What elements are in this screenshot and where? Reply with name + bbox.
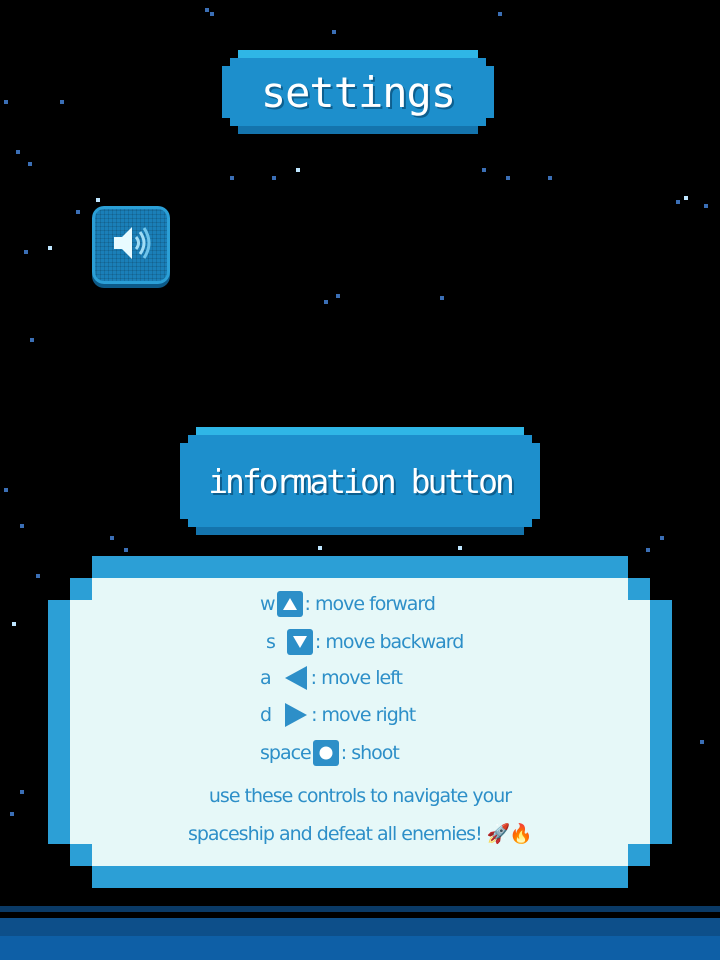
settings-label: settings — [260, 67, 456, 117]
arrow-down-icon — [286, 629, 313, 655]
sound-toggle-button[interactable] — [92, 206, 170, 284]
description-line-1: use these controls to navigate your — [208, 785, 512, 807]
control-key: w — [260, 593, 276, 615]
control-action: : move left — [310, 667, 403, 689]
information-button[interactable]: information button — [180, 427, 540, 535]
control-key: d — [260, 704, 272, 726]
control-row-left: a : move left — [260, 666, 403, 690]
control-action: : move right — [311, 704, 416, 726]
control-key: s — [266, 631, 276, 653]
arrow-up-icon — [276, 591, 303, 617]
control-row-right: d : move right — [260, 703, 416, 727]
circle-button-icon — [312, 740, 339, 766]
information-button-label: information button — [208, 461, 512, 501]
control-action: : shoot — [340, 742, 400, 764]
bottom-bar — [0, 906, 720, 960]
control-row-forward: w : move forward — [260, 591, 436, 617]
arrow-right-icon — [285, 703, 308, 727]
control-key: a — [260, 667, 272, 689]
speaker-icon — [108, 220, 154, 270]
arrow-left-icon — [284, 666, 307, 690]
settings-button[interactable]: settings — [222, 50, 494, 134]
control-action: : move forward — [304, 593, 436, 615]
description-line-2: spaceship and defeat all enemies! 🚀🔥 — [187, 823, 533, 845]
control-action: : move backward — [314, 631, 464, 653]
control-key: space — [260, 742, 312, 764]
control-row-backward: s : move backward — [266, 629, 464, 655]
control-row-shoot: space : shoot — [260, 740, 400, 766]
